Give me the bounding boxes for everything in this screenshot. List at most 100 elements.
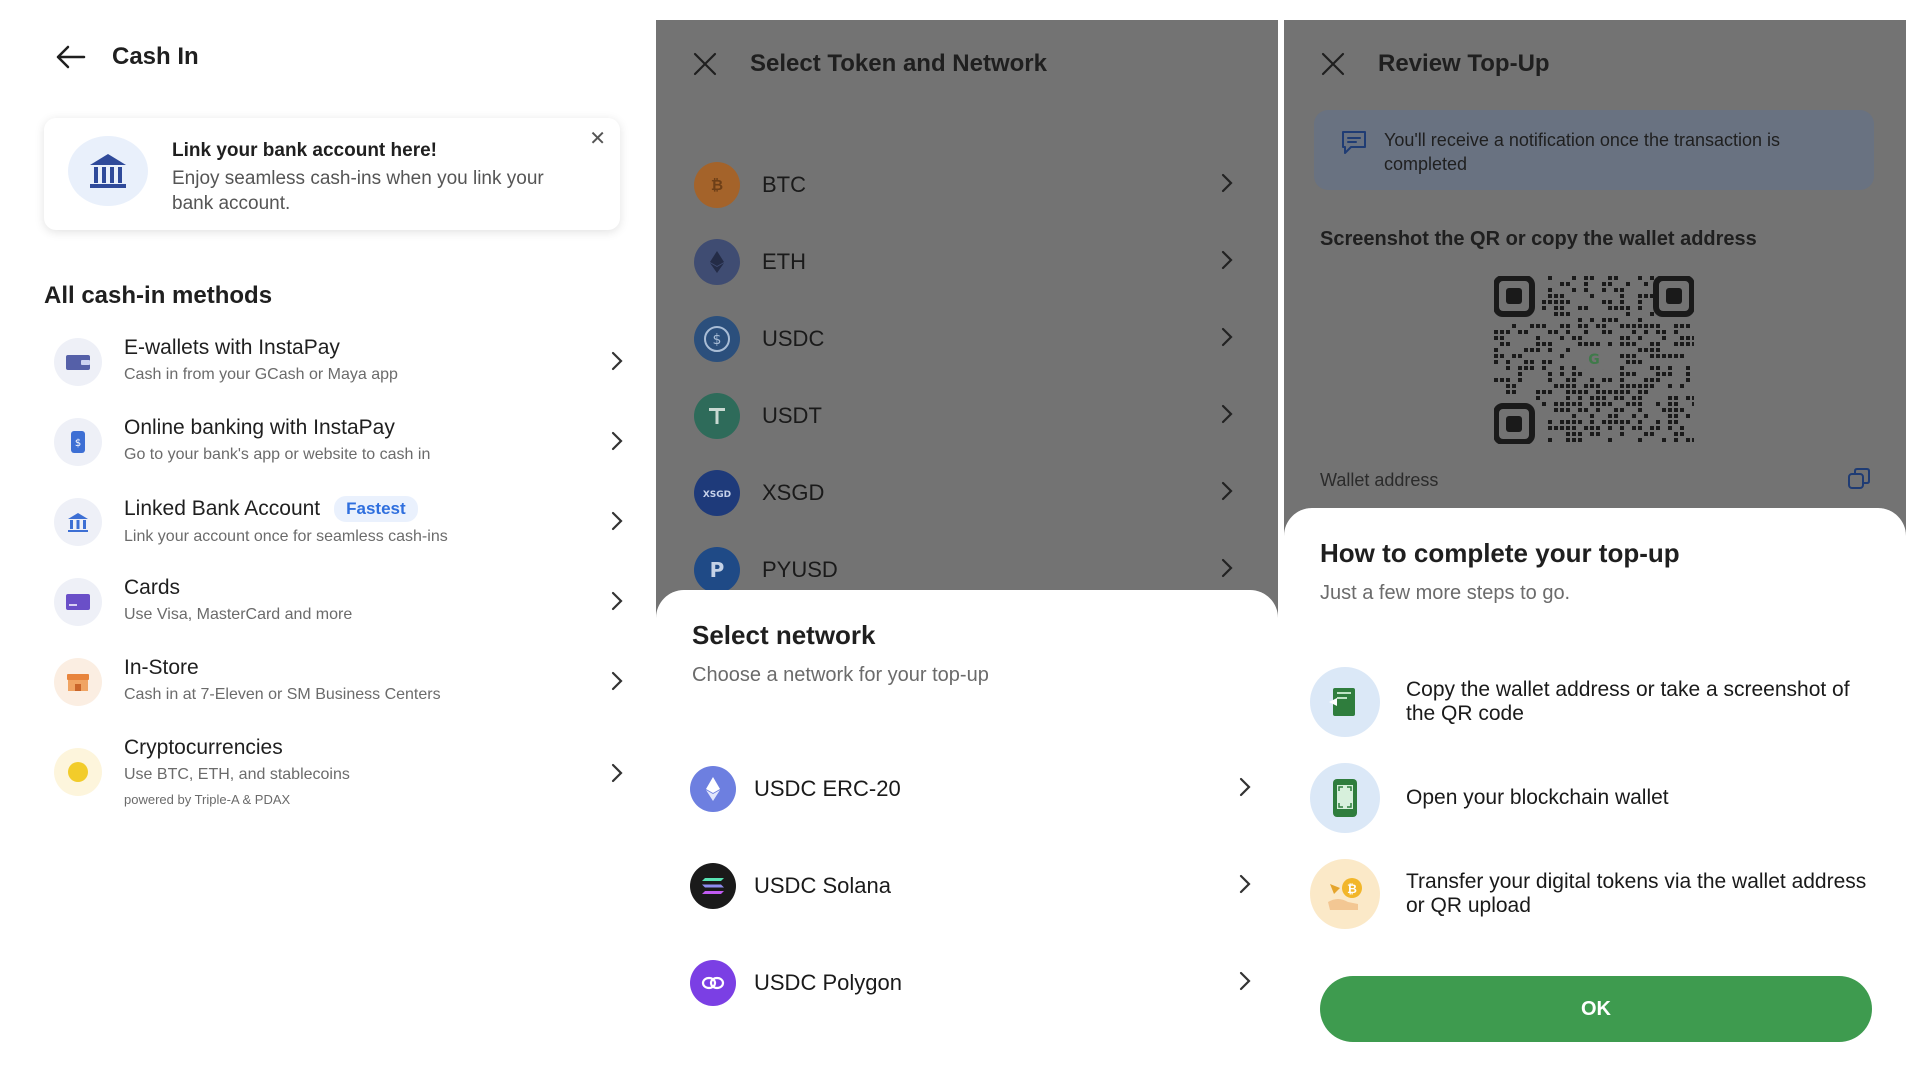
step-item: Copy the wallet address or take a screen… — [1310, 654, 1880, 750]
link-card-body: Enjoy seamless cash-ins when you link yo… — [172, 168, 544, 214]
usdc-icon: $ — [694, 315, 740, 362]
chevron-right-icon — [1220, 326, 1234, 353]
btc-icon: ₿ — [694, 161, 740, 208]
chevron-right-icon — [1238, 776, 1252, 803]
sheet-title: How to complete your top-up — [1320, 538, 1680, 568]
method-title: In-Store — [124, 656, 199, 679]
close-icon[interactable] — [692, 51, 718, 77]
step-text: Copy the wallet address or take a screen… — [1406, 678, 1850, 725]
sheet-subtitle: Just a few more steps to go. — [1320, 582, 1571, 604]
token-label: XSGD — [762, 479, 825, 505]
chevron-right-icon — [610, 350, 624, 377]
method-online-banking[interactable]: $ Online banking with InstaPay Go to you… — [44, 410, 624, 490]
chevron-right-icon — [1220, 557, 1234, 584]
sheet-subtitle: Choose a network for your top-up — [692, 664, 989, 686]
token-row-eth[interactable]: ETH — [694, 223, 1244, 300]
close-icon[interactable] — [1320, 51, 1346, 77]
fastest-badge: Fastest — [334, 496, 418, 522]
notification-text: You'll receive a notification once the t… — [1384, 130, 1781, 174]
method-subtitle: Cash in from your GCash or Maya app — [124, 366, 398, 383]
token-transfer-icon: ₿ — [1310, 859, 1380, 929]
qr-title: Screenshot the QR or copy the wallet add… — [1320, 228, 1757, 250]
chevron-right-icon — [610, 430, 624, 457]
network-label: USDC Polygon — [754, 969, 902, 995]
chevron-right-icon — [1220, 172, 1234, 199]
blockchain-wallet-icon — [1310, 763, 1380, 833]
method-subtitle: Use Visa, MasterCard and more — [124, 606, 353, 623]
card-icon — [54, 578, 102, 626]
token-row-usdc[interactable]: $ USDC — [694, 300, 1244, 377]
header: Cash In — [56, 42, 199, 72]
modal-title: Review Top-Up — [1378, 50, 1550, 77]
method-subtitle: Use BTC, ETH, and stablecoins — [124, 766, 350, 783]
step-item: ₿ Transfer your digital tokens via the w… — [1310, 846, 1880, 942]
method-ewallets[interactable]: E-wallets with InstaPay Cash in from you… — [44, 330, 624, 410]
copy-icon[interactable] — [1846, 466, 1872, 497]
steps-list: Copy the wallet address or take a screen… — [1310, 654, 1880, 942]
token-label: USDC — [762, 325, 825, 351]
method-subtitle: Go to your bank's app or website to cash… — [124, 446, 431, 463]
back-arrow-icon[interactable] — [56, 42, 86, 72]
network-label: USDC Solana — [754, 872, 891, 898]
page-title: Cash In — [112, 43, 199, 70]
qr-code[interactable]: G — [1493, 275, 1696, 445]
network-list: USDC ERC-20 USDC Solana USDC Polygon — [690, 740, 1260, 1031]
svg-text:P: P — [710, 558, 725, 582]
chevron-right-icon — [610, 590, 624, 617]
token-label: ETH — [762, 248, 806, 274]
network-row-erc20[interactable]: USDC ERC-20 — [690, 740, 1260, 837]
token-label: BTC — [762, 171, 806, 197]
section-title: All cash-in methods — [44, 282, 273, 309]
method-subtitle: Link your account once for seamless cash… — [124, 528, 448, 545]
method-linked-bank[interactable]: Linked Bank Account Fastest Link your ac… — [44, 490, 624, 570]
chevron-right-icon — [610, 762, 624, 789]
select-network-sheet: Select network Choose a network for your… — [656, 590, 1278, 1080]
network-label: USDC ERC-20 — [754, 775, 901, 801]
chevron-right-icon — [1238, 970, 1252, 997]
method-cards[interactable]: Cards Use Visa, MasterCard and more — [44, 570, 624, 650]
method-note: powered by Triple-A & PDAX — [124, 792, 291, 807]
modal-title: Select Token and Network — [750, 50, 1047, 77]
token-row-usdt[interactable]: USDT — [694, 377, 1244, 454]
solana-icon — [690, 862, 736, 909]
token-row-xsgd[interactable]: XSGD XSGD — [694, 454, 1244, 531]
method-subtitle: Cash in at 7-Eleven or SM Business Cente… — [124, 686, 441, 703]
token-list: ₿ BTC ETH $ USDC USDT XSGD XSGD P PYUSD — [694, 146, 1244, 608]
chevron-right-icon — [1220, 249, 1234, 276]
phone-icon: $ — [54, 418, 102, 466]
method-title: Cards — [124, 576, 181, 599]
chevron-right-icon — [1220, 480, 1234, 507]
step-text: Open your blockchain wallet — [1406, 786, 1669, 809]
method-crypto[interactable]: Cryptocurrencies Use BTC, ETH, and stabl… — [44, 730, 624, 830]
method-title: Linked Bank Account Fastest — [124, 496, 624, 522]
link-bank-card[interactable]: Link your bank account here! Enjoy seaml… — [44, 118, 620, 230]
polygon-icon — [690, 959, 736, 1006]
sheet-title: Select network — [692, 620, 876, 650]
svg-text:₿: ₿ — [711, 176, 723, 194]
chevron-right-icon — [1238, 873, 1252, 900]
select-token-screen: Select Token and Network ₿ BTC ETH $ USD… — [656, 20, 1278, 1080]
svg-text:$: $ — [75, 438, 81, 449]
qr-center-logo: G — [1588, 352, 1600, 368]
svg-text:XSGD: XSGD — [703, 490, 731, 500]
ok-button[interactable]: OK — [1320, 976, 1872, 1042]
ethereum-icon — [690, 765, 736, 812]
svg-text:₿: ₿ — [1347, 882, 1357, 896]
close-icon[interactable]: ✕ — [589, 126, 606, 151]
method-in-store[interactable]: In-Store Cash in at 7-Eleven or SM Busin… — [44, 650, 624, 730]
notification-banner: You'll receive a notification once the t… — [1314, 110, 1874, 190]
chevron-right-icon — [1220, 403, 1234, 430]
method-title: E-wallets with InstaPay — [124, 336, 340, 359]
network-row-polygon[interactable]: USDC Polygon — [690, 934, 1260, 1031]
method-title-text: Linked Bank Account — [124, 497, 321, 520]
chevron-right-icon — [610, 510, 624, 537]
review-topup-screen: Review Top-Up You'll receive a notificat… — [1284, 20, 1906, 1080]
svg-text:$: $ — [713, 332, 722, 348]
store-icon — [54, 658, 102, 706]
token-label: USDT — [762, 402, 822, 428]
bank-illustration-icon — [68, 136, 148, 206]
coin-icon — [54, 748, 102, 796]
network-row-solana[interactable]: USDC Solana — [690, 837, 1260, 934]
token-row-btc[interactable]: ₿ BTC — [694, 146, 1244, 223]
method-title: Online banking with InstaPay — [124, 416, 395, 439]
